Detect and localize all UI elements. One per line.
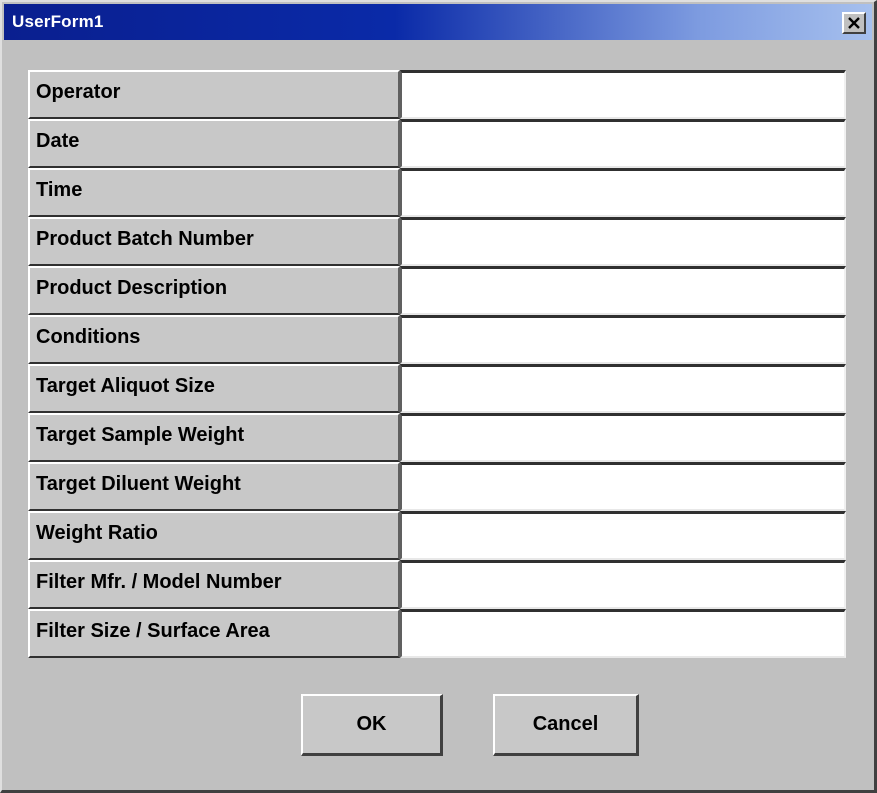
field-input[interactable] (400, 168, 846, 217)
form-row: Date (28, 119, 848, 168)
field-input[interactable] (400, 70, 846, 119)
form-row: Conditions (28, 315, 848, 364)
field-label: Target Sample Weight (28, 413, 400, 462)
field-label: Product Description (28, 266, 400, 315)
field-label: Operator (28, 70, 400, 119)
field-label: Filter Mfr. / Model Number (28, 560, 400, 609)
field-input[interactable] (400, 462, 846, 511)
form-fields: Operator Date Time Product Batch Number Prod… (28, 70, 848, 658)
field-label: Product Batch Number (28, 217, 400, 266)
close-button[interactable] (842, 12, 866, 34)
form-row: Target Aliquot Size (28, 364, 848, 413)
form-row: Filter Size / Surface Area (28, 609, 848, 658)
form-row: Product Description (28, 266, 848, 315)
field-input[interactable] (400, 119, 846, 168)
field-input[interactable] (400, 266, 846, 315)
field-input[interactable] (400, 560, 846, 609)
field-input[interactable] (400, 364, 846, 413)
window-title: UserForm1 (12, 12, 104, 31)
form-row: Weight Ratio (28, 511, 848, 560)
close-icon (848, 17, 860, 29)
form-row: Filter Mfr. / Model Number (28, 560, 848, 609)
userform-window: UserForm1 Operator Date Time Product Batch … (0, 0, 877, 793)
field-input[interactable] (400, 511, 846, 560)
form-row: Target Diluent Weight (28, 462, 848, 511)
field-input[interactable] (400, 609, 846, 658)
field-label: Filter Size / Surface Area (28, 609, 400, 658)
field-label: Target Aliquot Size (28, 364, 400, 413)
form-row: Product Batch Number (28, 217, 848, 266)
cancel-button[interactable]: Cancel (493, 694, 639, 756)
form-row: Target Sample Weight (28, 413, 848, 462)
field-input[interactable] (400, 217, 846, 266)
field-label: Weight Ratio (28, 511, 400, 560)
form-row: Time (28, 168, 848, 217)
ok-button[interactable]: OK (301, 694, 443, 756)
form-row: Operator (28, 70, 848, 119)
field-input[interactable] (400, 413, 846, 462)
title-bar[interactable]: UserForm1 (4, 4, 872, 40)
field-label: Time (28, 168, 400, 217)
field-label: Conditions (28, 315, 400, 364)
field-input[interactable] (400, 315, 846, 364)
field-label: Target Diluent Weight (28, 462, 400, 511)
field-label: Date (28, 119, 400, 168)
